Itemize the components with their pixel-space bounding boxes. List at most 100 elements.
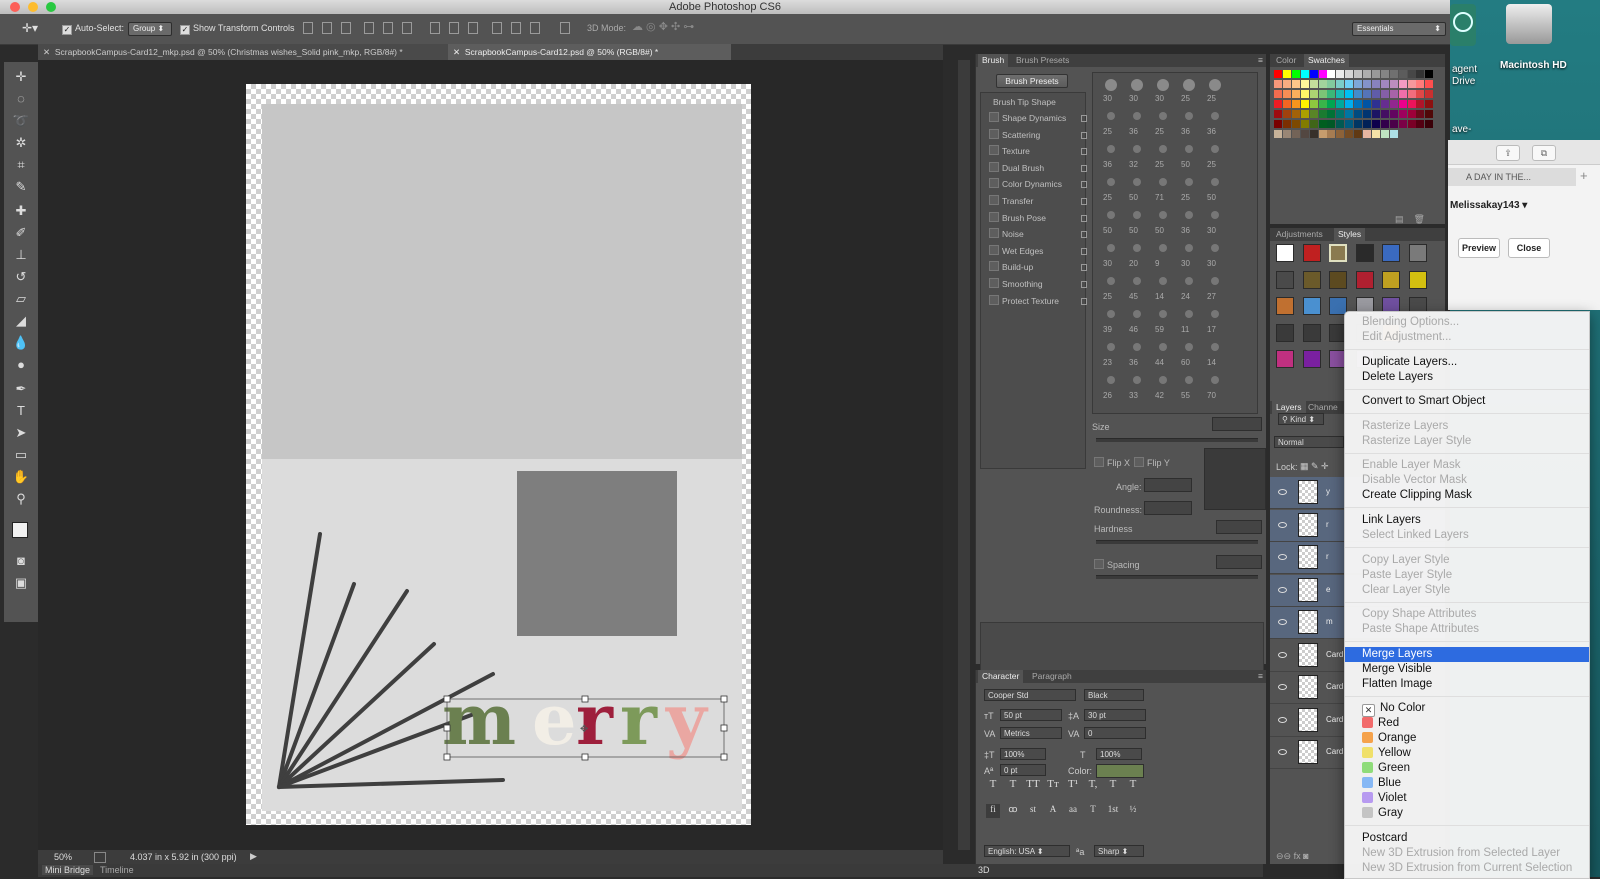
menu-item[interactable]: Merge Visible <box>1345 662 1589 677</box>
merry-text-layer[interactable]: m e r r y <box>442 678 709 761</box>
brush-tip-preview[interactable] <box>1159 376 1167 384</box>
color-swatch[interactable] <box>1416 100 1425 108</box>
color-swatch[interactable] <box>1300 100 1309 108</box>
clone-stamp-icon[interactable]: ⊥ <box>11 246 31 264</box>
brush-tip-preview[interactable] <box>1133 244 1141 252</box>
lock-icon[interactable] <box>1081 264 1087 272</box>
brush-tip-preview[interactable] <box>1159 211 1167 219</box>
brush-option-item[interactable]: Wet Edges <box>989 244 1091 259</box>
eye-icon[interactable] <box>1278 749 1287 755</box>
color-swatch[interactable] <box>1389 100 1398 108</box>
color-swatch[interactable] <box>1300 70 1309 78</box>
menu-item[interactable]: Convert to Smart Object <box>1345 394 1589 409</box>
brush-tip-preview[interactable] <box>1159 343 1167 351</box>
color-swatch[interactable] <box>1309 70 1318 78</box>
menu-item[interactable]: Postcard <box>1345 831 1589 846</box>
leading-field[interactable]: 30 pt <box>1084 709 1146 721</box>
style-preset-tile[interactable] <box>1302 244 1321 262</box>
brush-tip-preview[interactable] <box>1159 178 1167 186</box>
style-preset-tile[interactable] <box>1355 244 1374 262</box>
canvas-scrollbar[interactable] <box>958 60 970 850</box>
color-swatch[interactable] <box>1300 120 1309 128</box>
color-swatch[interactable] <box>1416 90 1425 98</box>
style-preset-tile[interactable] <box>1302 323 1321 342</box>
color-swatch[interactable] <box>1336 120 1345 128</box>
lock-icon[interactable] <box>1081 297 1087 305</box>
color-swatch[interactable] <box>1363 90 1371 98</box>
tab-styles[interactable]: Styles <box>1334 228 1366 241</box>
eye-icon[interactable] <box>1278 716 1287 723</box>
color-swatch[interactable] <box>1389 110 1398 118</box>
blur-tool-icon[interactable]: 💧 <box>11 334 31 352</box>
color-swatch[interactable] <box>1345 80 1354 88</box>
lock-icon[interactable] <box>1081 214 1087 222</box>
brush-tip-preview[interactable] <box>1185 310 1193 318</box>
color-swatch[interactable] <box>1282 110 1291 118</box>
eye-icon[interactable] <box>1278 586 1287 593</box>
color-swatch[interactable] <box>1398 120 1407 128</box>
shape-tool-icon[interactable]: ▭ <box>11 446 31 464</box>
color-swatch[interactable] <box>1398 80 1407 88</box>
brush-tip-preview[interactable] <box>1185 178 1193 186</box>
tab-mini-bridge[interactable]: Mini Bridge <box>42 865 94 875</box>
menu-item[interactable]: Create Clipping Mask <box>1345 488 1589 503</box>
color-swatch[interactable] <box>1336 100 1345 108</box>
eye-icon[interactable] <box>1278 619 1287 625</box>
color-swatch[interactable] <box>1282 130 1291 138</box>
distribute-vcenter-icon[interactable] <box>449 22 459 34</box>
transform-handle[interactable] <box>720 724 728 732</box>
minimize-window-button[interactable] <box>28 2 38 12</box>
color-swatch[interactable] <box>1291 70 1300 78</box>
color-swatch[interactable] <box>1309 90 1318 98</box>
menu-item[interactable]: Gray <box>1345 806 1589 821</box>
zoom-window-button[interactable] <box>46 2 56 12</box>
lock-icons[interactable]: ▦ ✎ ✛ <box>1300 461 1329 472</box>
brush-tip-preview[interactable] <box>1133 343 1141 351</box>
color-swatch[interactable] <box>1336 80 1345 88</box>
color-swatch[interactable] <box>1363 70 1371 78</box>
color-swatch[interactable] <box>1416 70 1425 78</box>
color-swatch[interactable] <box>1345 120 1354 128</box>
brush-tip-preview[interactable] <box>1185 211 1193 219</box>
align-right-icon[interactable] <box>402 22 412 34</box>
brush-tip-preview[interactable] <box>1211 145 1219 153</box>
brush-option-item[interactable]: Build-up <box>989 260 1091 275</box>
brush-tip-preview[interactable] <box>1185 343 1193 351</box>
color-swatch[interactable] <box>1389 90 1398 98</box>
3d-tools-icons[interactable]: ☁ ◎ ✥ ✣ ⊶ <box>632 20 694 33</box>
color-swatch[interactable] <box>1318 70 1327 78</box>
brush-tip-preview[interactable] <box>1133 310 1141 318</box>
brush-tip-preview[interactable] <box>1209 79 1221 91</box>
color-swatch[interactable] <box>1407 110 1416 118</box>
color-swatch[interactable] <box>1327 80 1336 88</box>
color-swatch[interactable] <box>1327 130 1336 138</box>
color-swatch[interactable] <box>1354 120 1363 128</box>
color-swatch[interactable] <box>1327 110 1336 118</box>
color-swatch[interactable] <box>1380 90 1389 98</box>
color-swatch[interactable] <box>1309 130 1318 138</box>
color-swatch[interactable] <box>1389 80 1398 88</box>
tab-swatches[interactable]: Swatches <box>1304 54 1349 67</box>
show-transform-checkbox[interactable]: ✓ Show Transform Controls <box>180 23 295 35</box>
brush-tip-preview[interactable] <box>1159 112 1167 120</box>
color-swatch[interactable] <box>1354 100 1363 108</box>
crop-tool-icon[interactable]: ⌗ <box>11 156 31 174</box>
brush-tip-preview[interactable] <box>1159 145 1167 153</box>
hard-drive-icon[interactable] <box>1506 4 1552 44</box>
type-style-button[interactable]: T¹ <box>1066 778 1080 792</box>
brush-tip-preview[interactable] <box>1159 244 1167 252</box>
color-swatch[interactable] <box>1398 110 1407 118</box>
tab-character[interactable]: Character <box>978 670 1024 683</box>
auto-select-checkbox[interactable]: ✓ Auto-Select: <box>62 23 124 35</box>
brush-tip-preview[interactable] <box>1183 79 1195 91</box>
color-swatch[interactable] <box>1416 110 1425 118</box>
brush-tip-preview[interactable] <box>1133 211 1141 219</box>
brush-option-item[interactable]: Color Dynamics <box>989 177 1091 192</box>
style-preset-tile[interactable] <box>1276 297 1294 315</box>
doc-tab-1[interactable]: ✕ ScrapbookCampus-Card12_mkp.psd @ 50% (… <box>38 44 448 60</box>
brush-tip-preview[interactable] <box>1107 112 1115 120</box>
panel-menu-icon[interactable]: ≡ <box>1254 670 1267 683</box>
lock-icon[interactable] <box>1081 181 1087 189</box>
color-swatch[interactable] <box>1318 120 1327 128</box>
opentype-button[interactable]: 1st <box>1106 804 1120 818</box>
